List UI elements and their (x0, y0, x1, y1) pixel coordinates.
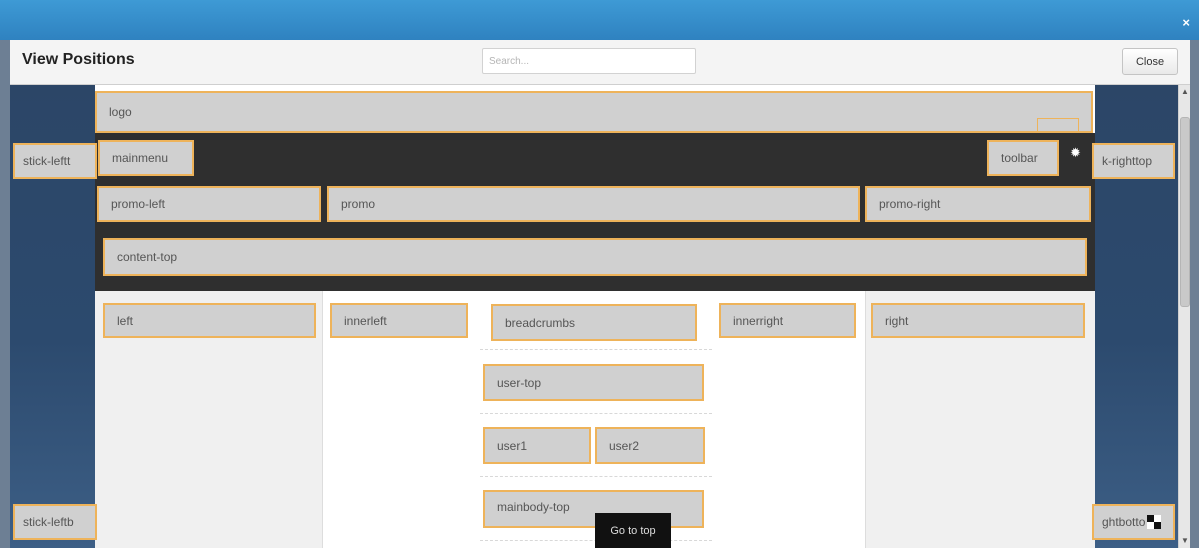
position-promo-left[interactable]: promo-left (97, 186, 321, 222)
position-toolbar[interactable]: toolbar (987, 140, 1059, 176)
position-content-top[interactable]: content-top (103, 238, 1087, 276)
gear-icon[interactable]: ✹ (1070, 146, 1082, 159)
search-input[interactable] (482, 48, 696, 74)
position-promo-right[interactable]: promo-right (865, 186, 1091, 222)
dialog-title: View Positions (22, 51, 135, 68)
position-stick-righttop[interactable]: k-righttop (1092, 143, 1175, 179)
position-mainmenu[interactable]: mainmenu (98, 140, 194, 176)
logo-marker (1037, 118, 1079, 132)
position-logo[interactable]: logo (95, 91, 1093, 133)
position-innerleft[interactable]: innerleft (330, 303, 468, 338)
position-breadcrumbs[interactable]: breadcrumbs (491, 304, 697, 341)
divider (480, 349, 712, 350)
divider (480, 413, 712, 414)
scroll-down-icon[interactable]: ▼ (1180, 536, 1190, 546)
position-user2[interactable]: user2 (595, 427, 705, 464)
position-stick-rightbottom-label: ghtbotto (1102, 515, 1146, 529)
divider (480, 476, 712, 477)
position-innerright[interactable]: innerright (719, 303, 856, 338)
position-right[interactable]: right (871, 303, 1085, 338)
position-stick-lefttop[interactable]: stick-leftt (13, 143, 97, 179)
close-button[interactable]: Close (1122, 48, 1178, 75)
scrollbar-thumb[interactable] (1180, 117, 1190, 307)
position-user-top[interactable]: user-top (483, 364, 704, 401)
vertical-scrollbar[interactable]: ▲ ▼ (1178, 85, 1190, 548)
go-to-top-button[interactable]: Go to top (595, 513, 671, 548)
position-promo[interactable]: promo (327, 186, 860, 222)
position-left[interactable]: left (103, 303, 316, 338)
scroll-up-icon[interactable]: ▲ (1180, 87, 1190, 97)
position-user1[interactable]: user1 (483, 427, 591, 464)
dialog-header: View Positions Close (10, 40, 1190, 85)
checkerboard-icon (1147, 515, 1162, 529)
dialog-titlebar: × (0, 0, 1199, 40)
position-stick-leftbottom[interactable]: stick-leftb (13, 504, 97, 540)
positions-preview: logo mainmenu toolbar ✹ promo-left promo… (10, 85, 1178, 548)
position-stick-rightbottom[interactable]: ghtbotto (1092, 504, 1175, 540)
close-icon[interactable]: × (1182, 16, 1190, 29)
